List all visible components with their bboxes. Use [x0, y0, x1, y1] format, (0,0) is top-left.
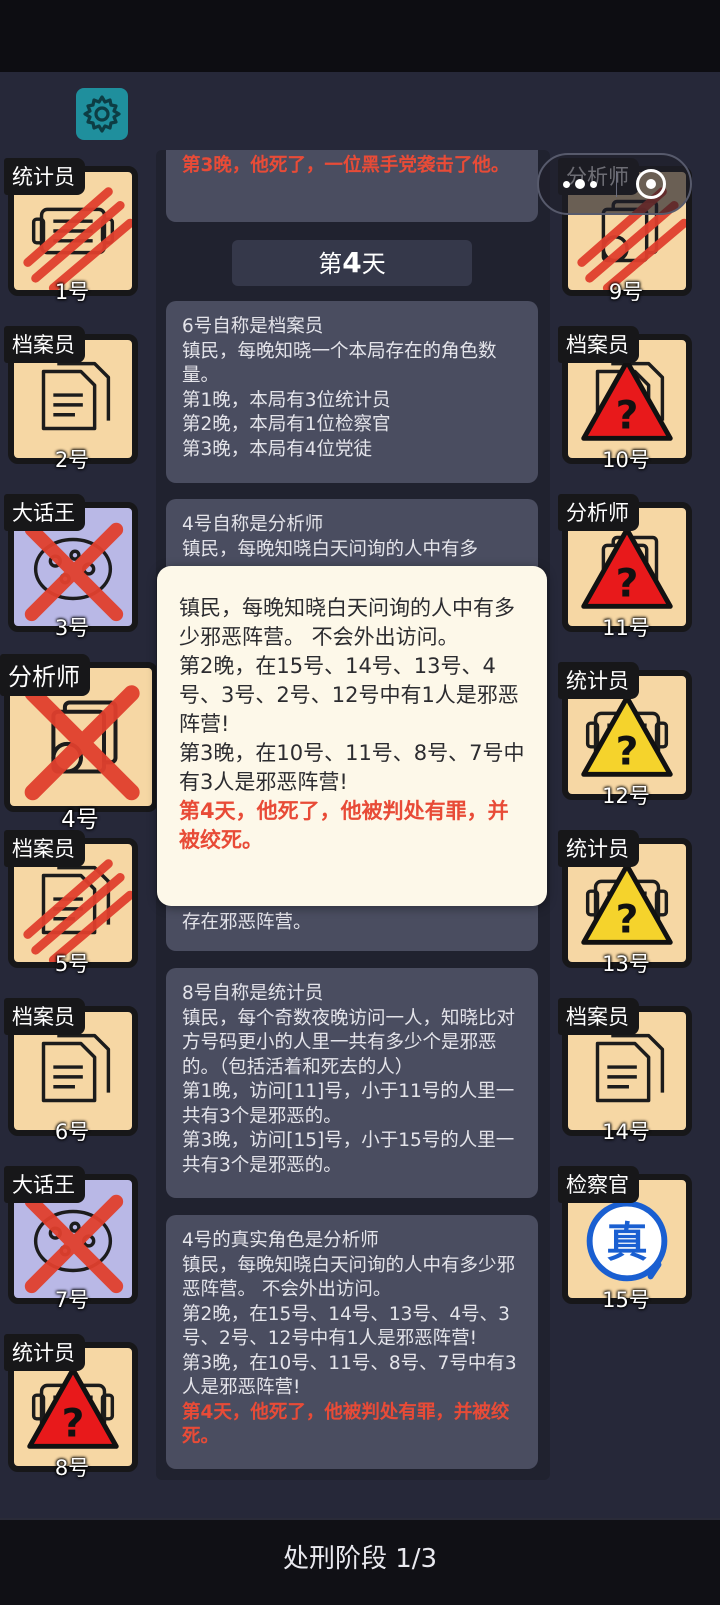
- player-number: 14号: [602, 1120, 650, 1144]
- log-line: 第2晚，本局有1位检察官: [182, 414, 391, 435]
- log-line: 第3晚，在10号、11号、8号、7号中有3人是邪恶阵营!: [182, 1352, 517, 1399]
- svg-text:?: ?: [616, 561, 639, 607]
- role-tag: 大话王: [4, 494, 85, 531]
- player-number: 13号: [602, 952, 650, 976]
- role-tag: 档案员: [558, 998, 639, 1035]
- log-line: 6号自称是档案员: [182, 316, 324, 337]
- player-card-6号[interactable]: 档案员 6号: [4, 998, 140, 1144]
- player-card-4号[interactable]: 分析师 4号: [0, 654, 160, 833]
- log-line: 镇民，每晚知晓白天问询的人中有多少邪恶阵营。 不会外出访问。: [182, 1254, 516, 1301]
- settings-button[interactable]: [76, 88, 128, 140]
- log-message: 8号自称是统计员 镇民，每个奇数夜晚访问一人，知晓比对方号码更小的人里一共有多少…: [166, 968, 538, 1198]
- player-card-2号[interactable]: 档案员 2号: [4, 326, 140, 472]
- popup-line: 第2晚，在15号、14号、13号、4号、3号、2号、12号中有1人是邪恶阵营!: [179, 654, 519, 736]
- more-icon[interactable]: [562, 179, 597, 189]
- player-number: 7号: [54, 1288, 90, 1312]
- player-number: 9号: [608, 280, 644, 304]
- player-number: 12号: [602, 784, 650, 808]
- role-tag: 档案员: [558, 326, 639, 363]
- phase-label: 处刑阶段 1/3: [282, 1544, 438, 1574]
- role-tag: 档案员: [4, 830, 85, 867]
- log-message: 6号自称是档案员 镇民，每晚知晓一个本局存在的角色数量。 第1晚，本局有3位统计…: [166, 301, 538, 483]
- log-line: 第2晚，在15号、14号、13号、4号、3号、2号、12号中有1人是邪恶阵营!: [182, 1303, 510, 1350]
- player-number: 4号: [61, 807, 99, 833]
- player-number: 1号: [54, 280, 90, 304]
- log-line: 第1晚，本局有3位统计员: [182, 389, 391, 411]
- role-tag: 分析师: [558, 494, 639, 531]
- player-card-5号[interactable]: 档案员 5号: [4, 830, 140, 976]
- capsule-divider: [615, 171, 617, 197]
- player-card-11号[interactable]: ? 分析师 11号: [558, 494, 694, 640]
- gear-icon: [83, 95, 121, 133]
- popup-red-line: 第4天，他死了，他被判处有罪，并被绞死。: [179, 799, 509, 852]
- log-line: 8号自称是统计员: [182, 983, 324, 1004]
- day-header: 第4天: [232, 240, 472, 286]
- svg-text:?: ?: [616, 729, 639, 775]
- day-suffix: 天: [361, 250, 386, 278]
- player-card-10号[interactable]: ? 档案员 10号: [558, 326, 694, 472]
- player-card-3号[interactable]: 大话王 3号: [4, 494, 140, 640]
- player-number: 8号: [54, 1456, 90, 1480]
- log-line: 存在邪恶阵营。: [182, 911, 312, 933]
- log-line: 镇民，每个奇数夜晚访问一人，知晓比对方号码更小的人里一共有多少个是邪恶的。（包括…: [182, 1007, 516, 1078]
- player-number: 15号: [602, 1288, 650, 1312]
- log-line: 镇民，每晚知晓一个本局存在的角色数量。: [182, 340, 497, 387]
- role-tag: 统计员: [4, 158, 85, 195]
- player-number: 11号: [602, 616, 650, 640]
- role-tag: 统计员: [4, 1334, 85, 1371]
- log-red-line: 第3晚，他死了，一位黑手党袭击了他。: [182, 155, 510, 176]
- svg-text:?: ?: [62, 1401, 85, 1447]
- log-message: 第3晚，他死了，一位黑手党袭击了他。: [166, 150, 538, 222]
- player-card-7号[interactable]: 大话王 7号: [4, 1166, 140, 1312]
- phase-bar: 处刑阶段 1/3: [0, 1518, 720, 1605]
- log-line: 第3晚，本局有4位党徒: [182, 438, 373, 460]
- role-tag: 档案员: [4, 998, 85, 1035]
- svg-text:?: ?: [616, 393, 639, 439]
- role-info-popup[interactable]: 镇民，每晚知晓白天问询的人中有多少邪恶阵营。 不会外出访问。 第2晚，在15号、…: [157, 566, 547, 906]
- svg-text:?: ?: [616, 897, 639, 943]
- status-bar: [0, 0, 720, 72]
- role-tag: 统计员: [558, 830, 639, 867]
- role-tag: 分析师: [0, 654, 90, 696]
- day-number: 4: [342, 246, 362, 279]
- player-number: 6号: [54, 1120, 90, 1144]
- log-line: 4号的真实角色是分析师: [182, 1230, 379, 1251]
- log-message: 4号的真实角色是分析师 镇民，每晚知晓白天问询的人中有多少邪恶阵营。 不会外出访…: [166, 1215, 538, 1469]
- player-card-14号[interactable]: 档案员 14号: [558, 998, 694, 1144]
- role-tag: 档案员: [4, 326, 85, 363]
- day-prefix: 第: [318, 250, 343, 278]
- popup-line: 第3晚，在10号、11号、8号、7号中有3人是邪恶阵营!: [179, 741, 525, 794]
- log-red-line: 第4天，他死了，他被判处有罪，并被绞死。: [182, 1401, 510, 1448]
- log-line: 镇民，每晚知晓白天问询的人中有多: [182, 538, 479, 560]
- log-line: 第3晚，访问[15]号，小于15号的人里一共有3个是邪恶的。: [182, 1130, 515, 1176]
- player-number: 3号: [54, 616, 90, 640]
- role-tag: 大话王: [4, 1166, 85, 1203]
- close-target-icon[interactable]: [636, 169, 667, 199]
- player-number: 2号: [54, 448, 90, 472]
- player-number: 10号: [602, 448, 650, 472]
- player-card-8号[interactable]: ? 统计员 8号: [4, 1334, 140, 1480]
- role-tag: 统计员: [558, 662, 639, 699]
- popup-line: 镇民，每晚知晓白天问询的人中有多少邪恶阵营。 不会外出访问。: [179, 596, 515, 649]
- player-card-13号[interactable]: ? 统计员 13号: [558, 830, 694, 976]
- player-card-12号[interactable]: ? 统计员 12号: [558, 662, 694, 808]
- mini-program-capsule: [537, 153, 692, 215]
- player-card-15号[interactable]: 真 检察官 15号: [558, 1166, 694, 1312]
- player-number: 5号: [54, 952, 90, 976]
- log-line: 第1晚，访问[11]号，小于11号的人里一共有3个是邪恶的。: [182, 1081, 515, 1127]
- svg-text:真: 真: [606, 1219, 647, 1267]
- role-tag: 检察官: [558, 1166, 639, 1203]
- log-line: 4号自称是分析师: [182, 514, 324, 535]
- player-card-1号[interactable]: 统计员 1号: [4, 158, 140, 304]
